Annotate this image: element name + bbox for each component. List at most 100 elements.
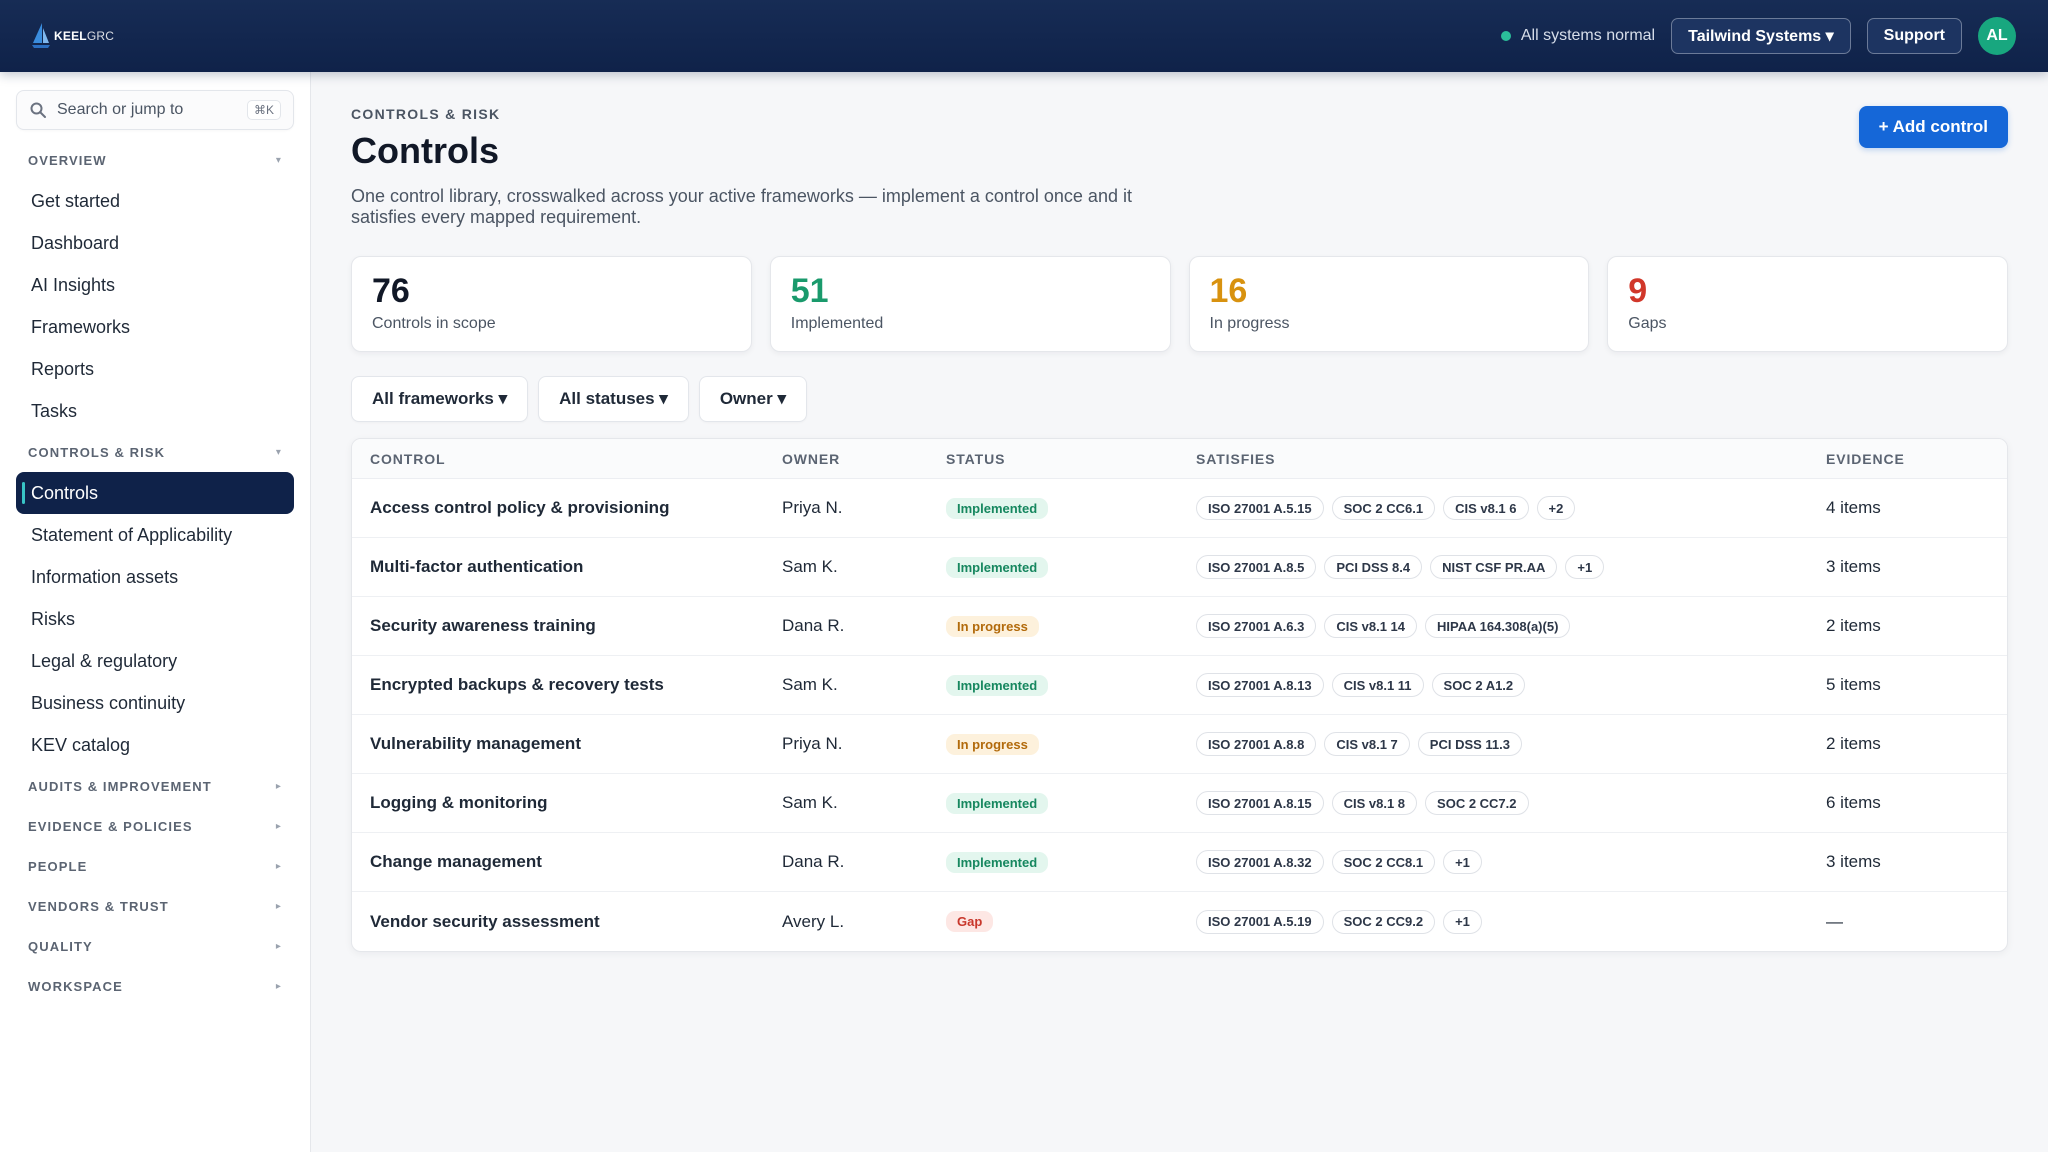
section-people[interactable]: PEOPLE ▸ [16,846,294,886]
sidebar-item-information-assets[interactable]: Information assets [16,556,294,598]
sidebar-item-tasks[interactable]: Tasks [16,390,294,432]
table-row[interactable]: Security awareness training Dana R. In pro… [352,597,2007,656]
sidebar-item-ai-insights[interactable]: AI Insights [16,264,294,306]
stat-card-in-progress[interactable]: 16 In progress [1188,256,1590,352]
framework-chip[interactable]: ISO 27001 A.8.13 [1196,673,1324,697]
framework-chip[interactable]: +2 [1536,496,1576,520]
evidence-cell[interactable]: 2 items [1826,734,2007,754]
column-header-status[interactable]: STATUS [946,451,1196,467]
framework-chip[interactable]: CIS v8.1 8 [1331,791,1418,815]
framework-filter-dropdown[interactable]: All frameworks ▾ [351,376,529,422]
column-header-satisfies[interactable]: SATISFIES [1196,451,1826,467]
evidence-cell[interactable]: 6 items [1826,793,2007,813]
framework-chip[interactable]: ISO 27001 A.8.32 [1196,850,1324,874]
add-control-button[interactable]: + Add control [1858,106,2008,148]
owner-filter-dropdown[interactable]: Owner ▾ [698,376,807,422]
table-row[interactable]: Change management Dana R. Implemented ISO 2… [352,833,2007,892]
column-header-control[interactable]: CONTROL [352,451,782,467]
support-button[interactable]: Support [1866,18,1962,54]
evidence-cell[interactable]: 2 items [1826,616,2007,636]
stat-card-gaps[interactable]: 9 Gaps [1607,256,2008,352]
sidebar-item-statement-of-applicability[interactable]: Statement of Applicability [16,514,294,556]
app-logo[interactable]: KEELGRC [32,23,114,49]
framework-chip[interactable]: CIS v8.1 6 [1443,496,1529,520]
section-evidence-policies[interactable]: EVIDENCE & POLICIES ▸ [16,806,294,846]
sidebar-item-dashboard[interactable]: Dashboard [16,222,294,264]
sidebar-item-frameworks[interactable]: Frameworks [16,306,294,348]
sidebar-item-legal-regulatory[interactable]: Legal & regulatory [16,640,294,682]
table-row[interactable]: Vendor security assessment Avery L. Gap ISO… [352,892,2007,951]
control-name[interactable]: Vulnerability management [370,734,581,753]
evidence-cell[interactable]: 3 items [1826,557,2007,577]
control-name[interactable]: Security awareness training [370,616,596,635]
control-name[interactable]: Encrypted backups & recovery tests [370,675,664,694]
framework-chip[interactable]: NIST CSF PR.AA [1430,555,1558,579]
org-switcher-button[interactable]: Tailwind Systems ▾ [1671,18,1851,54]
status-filter-dropdown[interactable]: All statuses ▾ [538,376,689,422]
framework-chip[interactable]: PCI DSS 8.4 [1324,555,1423,579]
table-row[interactable]: Logging & monitoring Sam K. Implemented ISO… [352,774,2007,833]
satisfies-cell: ISO 27001 A.5.15 SOC 2 CC6.1 CIS v8.1 6 +2 [1196,496,1826,520]
sidebar-item-get-started[interactable]: Get started [16,180,294,222]
sidebar-item-reports[interactable]: Reports [16,348,294,390]
section-audits-improvement[interactable]: AUDITS & IMPROVEMENT ▸ [16,766,294,806]
framework-chip[interactable]: SOC 2 CC6.1 [1331,496,1436,520]
control-name[interactable]: Vendor security assessment [370,912,600,931]
stat-card-implemented[interactable]: 51 Implemented [769,256,1171,352]
framework-chip[interactable]: ISO 27001 A.8.15 [1196,791,1324,815]
framework-chip[interactable]: +1 [1443,850,1482,874]
search-input[interactable]: Search or jump to ⌘K [16,90,294,130]
framework-chip[interactable]: ISO 27001 A.5.19 [1196,909,1324,934]
status-badge: Implemented [946,497,1049,519]
filter-bar: All frameworks ▾ All statuses ▾ Owner ▾ [351,376,2008,422]
table-row[interactable]: Access control policy & provisioning Priy… [352,479,2007,538]
sidebar-item-controls[interactable]: Controls [16,472,294,514]
search-icon [29,101,47,119]
framework-chip[interactable]: +1 [1443,909,1482,934]
framework-chip[interactable]: SOC 2 A1.2 [1431,673,1526,697]
column-header-owner[interactable]: OWNER [782,451,946,467]
table-row[interactable]: Multi-factor authentication Sam K. Impleme… [352,538,2007,597]
search-placeholder: Search or jump to [57,101,184,118]
stat-value: 51 [790,272,829,310]
evidence-cell[interactable]: 4 items [1826,498,2007,518]
framework-chip[interactable]: ISO 27001 A.6.3 [1196,614,1317,638]
framework-chip[interactable]: ISO 27001 A.8.8 [1196,732,1317,756]
control-name[interactable]: Access control policy & provisioning [370,498,669,517]
stat-card-in-scope[interactable]: 76 Controls in scope [351,256,752,352]
sidebar-item-business-continuity[interactable]: Business continuity [16,682,294,724]
user-avatar[interactable]: AL [1978,17,2016,55]
framework-chip[interactable]: PCI DSS 11.3 [1417,732,1523,756]
evidence-cell[interactable]: 5 items [1826,675,2007,695]
section-overview[interactable]: OVERVIEW ▾ [16,140,294,180]
sidebar-item-kev-catalog[interactable]: KEV catalog [16,724,294,766]
chevron-right-icon: ▸ [275,980,282,992]
framework-chip[interactable]: CIS v8.1 7 [1324,732,1410,756]
framework-chip[interactable]: SOC 2 CC7.2 [1425,791,1529,815]
framework-chip[interactable]: SOC 2 CC9.2 [1331,909,1436,934]
section-controls-risk[interactable]: CONTROLS & RISK ▾ [16,432,294,472]
framework-chip[interactable]: CIS v8.1 14 [1324,614,1418,638]
framework-chip[interactable]: CIS v8.1 11 [1331,673,1424,697]
breadcrumb[interactable]: CONTROLS & RISK [351,106,2008,122]
section-workspace[interactable]: WORKSPACE ▸ [16,966,294,1006]
framework-chip[interactable]: SOC 2 CC8.1 [1331,850,1436,874]
evidence-cell[interactable]: 3 items [1826,852,2007,872]
owner-cell: Sam K. [782,793,838,812]
control-name[interactable]: Change management [370,852,542,871]
control-name[interactable]: Multi-factor authentication [370,557,583,576]
evidence-cell[interactable]: — [1826,912,2007,932]
framework-chip[interactable]: +1 [1565,555,1605,579]
control-name[interactable]: Logging & monitoring [370,793,548,812]
section-vendors-trust[interactable]: VENDORS & TRUST ▸ [16,886,294,926]
sidebar-item-risks[interactable]: Risks [16,598,294,640]
column-header-evidence[interactable]: EVIDENCE [1826,451,2007,467]
table-row[interactable]: Encrypted backups & recovery tests Sam K.… [352,656,2007,715]
framework-chip[interactable]: ISO 27001 A.8.5 [1196,555,1317,579]
framework-chip[interactable]: HIPAA 164.308(a)(5) [1425,614,1571,638]
section-quality[interactable]: QUALITY ▸ [16,926,294,966]
framework-chip[interactable]: ISO 27001 A.5.15 [1196,496,1324,520]
table-row[interactable]: Vulnerability management Priya N. In progr… [352,715,2007,774]
chevron-right-icon: ▸ [275,820,282,832]
page-title: Controls [351,130,499,171]
